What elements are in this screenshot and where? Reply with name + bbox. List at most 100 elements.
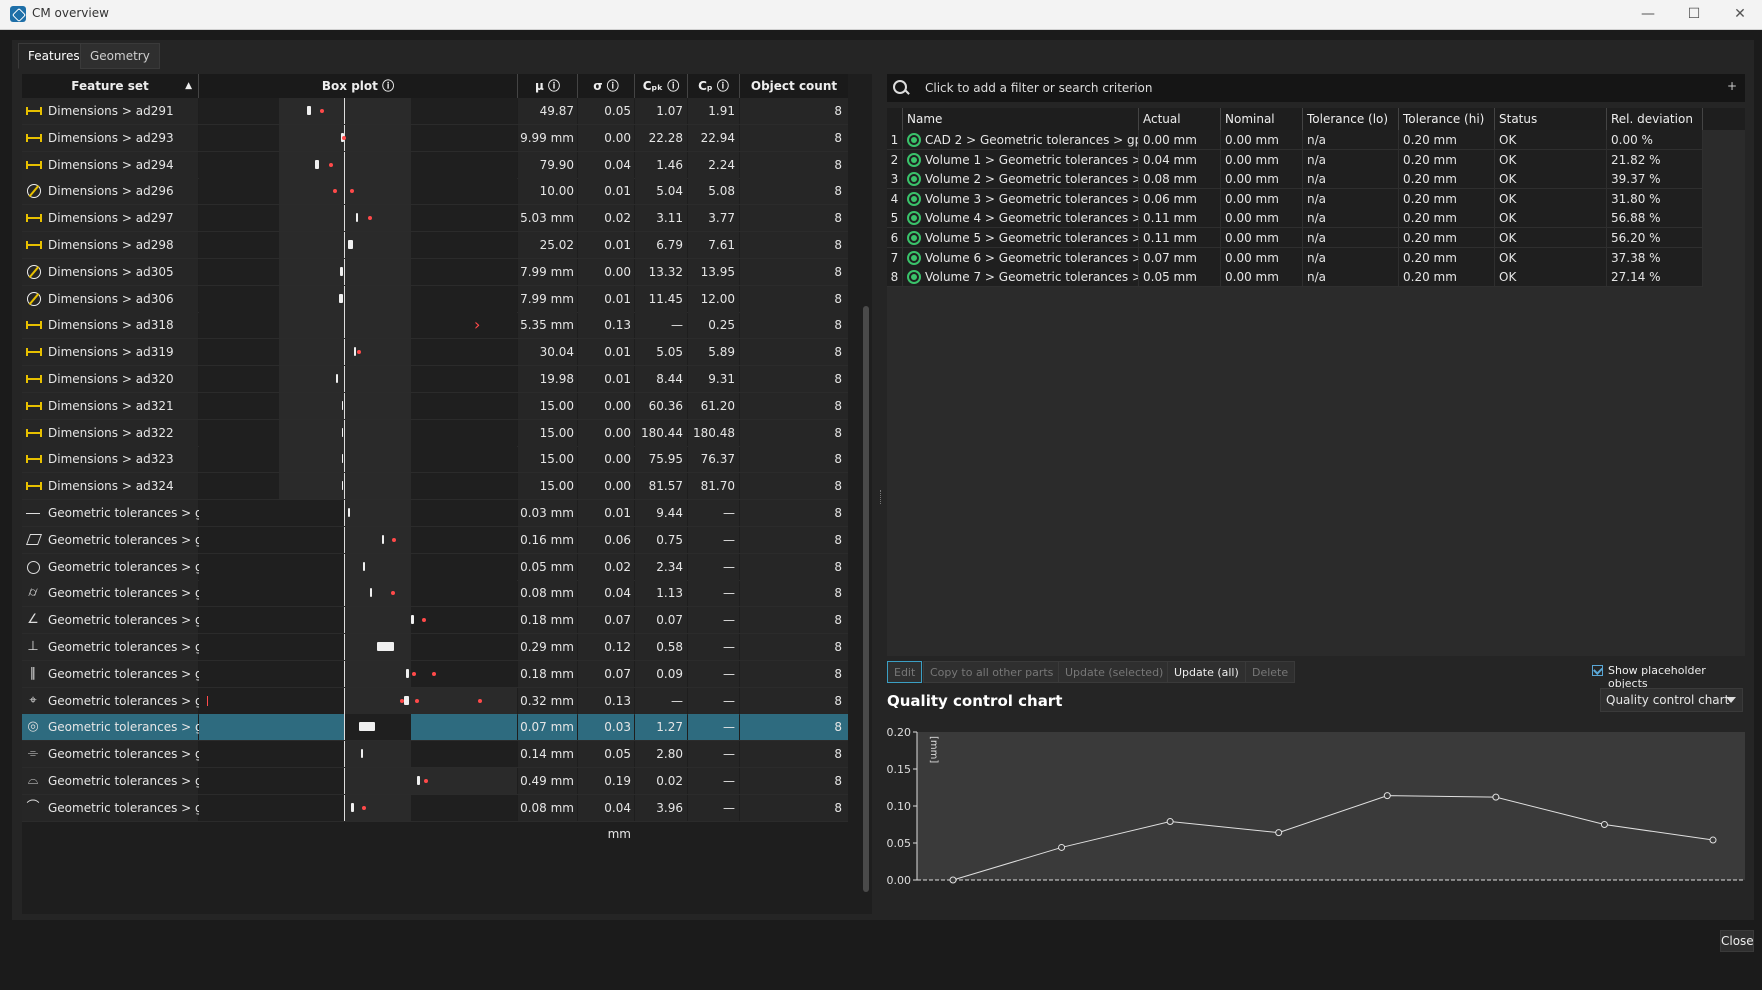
sigma-cell: 0.07 mm: [578, 607, 634, 653]
filter-bar[interactable]: Click to add a filter or search criterio…: [887, 74, 1745, 102]
table-row[interactable]: Dimensions > ad297 5.03 mm0.02 mm3.113.77…: [22, 205, 848, 251]
close-button[interactable]: Close: [1720, 930, 1754, 952]
tab-geometry-elements[interactable]: Geometry elements: [80, 43, 160, 87]
delete-button[interactable]: Delete: [1245, 661, 1296, 683]
y-tick-label: 0.15: [887, 763, 911, 776]
header-nominal[interactable]: Nominal: [1221, 108, 1303, 130]
box-plot-box: [411, 615, 414, 625]
nominal-line: [344, 285, 345, 312]
table-row[interactable]: Dimensions > ad322 15.00 mm0.00 mm180.441…: [22, 419, 848, 466]
mu-cell: 0.05 mm: [518, 553, 577, 580]
header-mu[interactable]: μ ⓘ: [518, 74, 578, 98]
feature-name: Dimensions > ad322: [48, 425, 174, 440]
table-row[interactable]: ⊥ Geometric tolerances > gp22 0.29 mm 0.12 …: [22, 634, 848, 680]
table-row[interactable]: ∥ Geometric tolerances > gp23 0.18 mm 0.07 …: [22, 660, 848, 707]
copy-to-all-button[interactable]: Copy to all other parts: [923, 661, 1061, 683]
table-row[interactable]: Dimensions > ad324 15.00 mm0.00 mm81.5781…: [22, 473, 848, 519]
chart-type-select[interactable]: Quality control chart: [1600, 688, 1743, 712]
update-selected-button[interactable]: Update (selected): [1058, 661, 1171, 683]
table-row[interactable]: 4Volume 3 > Geometric tolerances > gp250…: [887, 188, 1743, 209]
table-row[interactable]: Dimensions > ad323 15.00 mm0.00 mm75.9576…: [22, 446, 848, 492]
close-icon[interactable]: ✕: [1720, 3, 1760, 25]
table-row[interactable]: ⌖ Geometric tolerances > gp24 0.32 mm 0.13 …: [22, 687, 848, 734]
cp-cell: —: [688, 500, 739, 526]
table-row[interactable]: 8Volume 7 > Geometric tolerances > gp250…: [887, 267, 1743, 288]
table-row[interactable]: Dimensions > ad296 10.00 mm0.01 mm5.045.0…: [22, 178, 848, 224]
table-row[interactable]: 7Volume 6 > Geometric tolerances > gp250…: [887, 247, 1743, 268]
header-cpk[interactable]: Cₚₖ ⓘ: [635, 74, 688, 98]
object-name-cell: Volume 3 > Geometric tolerances > gp25: [903, 188, 1139, 209]
table-row[interactable]: Dimensions > ad318 › 5.35 mm0.13 mm—0.258: [22, 312, 848, 358]
update-all-button[interactable]: Update (all): [1167, 661, 1246, 683]
box-plot-box: [370, 588, 372, 598]
table-row[interactable]: Dimensions > ad294 79.90 mm0.04 mm1.462.2…: [22, 151, 848, 198]
header-name[interactable]: Name: [903, 108, 1139, 130]
table-row[interactable]: 5Volume 4 > Geometric tolerances > gp250…: [887, 208, 1743, 229]
nominal-line: [344, 178, 345, 205]
cpk-cell: 22.28: [635, 124, 687, 151]
header-tolerance-hi[interactable]: Tolerance (hi): [1399, 108, 1495, 130]
object-count-cell: 8: [740, 446, 848, 473]
object-name-cell: Volume 2 > Geometric tolerances > gp25: [903, 169, 1139, 190]
table-row[interactable]: 6Volume 5 > Geometric tolerances > gp250…: [887, 228, 1743, 248]
header-tolerance-lo[interactable]: Tolerance (lo): [1303, 108, 1399, 130]
table-row[interactable]: ◎ Geometric tolerances > gp25 0.07 mm 0.03 …: [22, 714, 848, 760]
header-status[interactable]: Status: [1495, 108, 1607, 130]
sigma-cell: 0.00 mm: [578, 258, 634, 305]
scrollbar-thumb[interactable]: [863, 306, 869, 892]
header-rel-deviation[interactable]: Rel. deviation: [1607, 108, 1703, 130]
table-row[interactable]: Dimensions > ad293 9.99 mm0.00 mm22.2822.…: [22, 124, 848, 171]
features-scrollbar[interactable]: [860, 74, 872, 914]
dimension-icon: [26, 241, 42, 249]
dimension-icon: [26, 214, 42, 223]
table-row[interactable]: Dimensions > ad291 49.87 mm0.05 mm1.071.9…: [22, 98, 848, 144]
box-plot-cell: [199, 446, 517, 473]
actual-value-cell: 0.04 mm: [1139, 149, 1221, 170]
panel-splitter[interactable]: [880, 490, 883, 504]
table-row[interactable]: 2Volume 1 > Geometric tolerances > gp250…: [887, 149, 1743, 170]
header-box-plot[interactable]: Box plot ⓘ: [199, 74, 518, 98]
add-filter-button[interactable]: +: [1727, 79, 1737, 93]
table-row[interactable]: Dimensions > ad306 7.99 mm0.01 mm11.4512.…: [22, 285, 848, 332]
header-object-count[interactable]: Object count: [740, 74, 848, 98]
sigma-cell: 0.00 mm: [578, 392, 634, 439]
search-input[interactable]: Click to add a filter or search criterio…: [925, 81, 1153, 95]
tab-features[interactable]: Features: [18, 43, 90, 69]
table-row[interactable]: ⌓ Geometric tolerances > gp27 0.49 mm 0.19 …: [22, 768, 848, 814]
surface-profile-icon: ⌓: [27, 773, 39, 788]
table-row[interactable]: Geometric tolerances > gp17 0.03 mm0.01 m…: [22, 500, 848, 546]
table-row[interactable]: 3Volume 2 > Geometric tolerances > gp250…: [887, 169, 1743, 190]
box-plot-box: [342, 481, 343, 491]
table-row[interactable]: Dimensions > ad305 7.99 mm0.00 mm13.3213.…: [22, 258, 848, 305]
table-row[interactable]: ⌭ Geometric tolerances > gp20 0.08 mm 0.04 …: [22, 580, 848, 626]
show-placeholder-label: Show placeholder objects: [1608, 664, 1706, 690]
nominal-line: [344, 339, 345, 366]
table-row[interactable]: 1 CAD 2 > Geometric tolerances > gp25 0.00…: [887, 130, 1743, 150]
table-row[interactable]: ⌒ Geometric tolerances > gp28 0.08 mm 0.04 …: [22, 794, 848, 841]
maximize-icon[interactable]: ☐: [1674, 3, 1714, 25]
status-ok-icon: [907, 133, 921, 147]
table-row[interactable]: ∠ Geometric tolerances > gp21 0.18 mm 0.07 …: [22, 607, 848, 653]
header-feature-set[interactable]: Feature set ▲: [22, 74, 199, 98]
feature-name: Dimensions > ad294: [48, 157, 174, 172]
cp-cell: —: [688, 660, 739, 687]
cpk-cell: 0.75: [635, 526, 687, 553]
header-cp[interactable]: Cₚ ⓘ: [688, 74, 740, 98]
edit-button[interactable]: Edit: [887, 661, 923, 683]
table-row[interactable]: Dimensions > ad320 19.98 mm0.01 mm8.449.3…: [22, 366, 848, 412]
table-row[interactable]: ⌯ Geometric tolerances > gp26 0.14 mm 0.05 …: [22, 741, 848, 787]
feature-name: Dimensions > ad293: [48, 130, 174, 145]
outlier-dot: [320, 109, 324, 113]
table-row[interactable]: Geometric tolerances > gp19 0.05 mm0.02 m…: [22, 553, 848, 600]
sigma-cell: 0.00 mm: [578, 124, 634, 171]
table-row[interactable]: Dimensions > ad321 15.00 mm0.00 mm60.3661…: [22, 392, 848, 439]
show-placeholder-checkbox[interactable]: [1592, 665, 1603, 676]
table-row[interactable]: Dimensions > ad319 30.04 mm0.01 mm5.055.8…: [22, 339, 848, 385]
header-sigma[interactable]: σ ⓘ: [578, 74, 635, 98]
minimize-icon[interactable]: —: [1628, 3, 1668, 25]
table-row[interactable]: Dimensions > ad298 25.02 mm0.01 mm6.797.6…: [22, 232, 848, 278]
table-row[interactable]: Geometric tolerances > gp18 0.16 mm0.06 m…: [22, 526, 848, 573]
header-actual[interactable]: Actual: [1139, 108, 1221, 130]
object-count-cell: 8: [740, 232, 848, 258]
nominal-line: [344, 205, 345, 232]
